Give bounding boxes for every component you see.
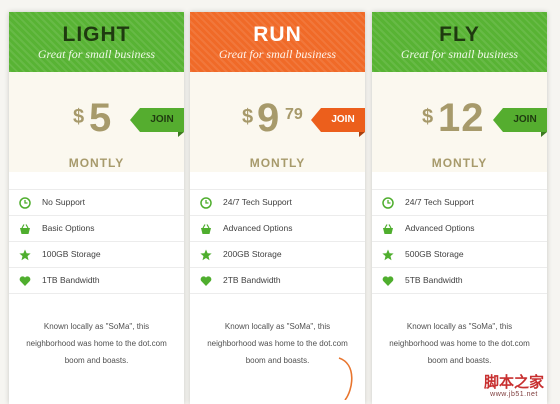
feature-item: 1TB Bandwidth bbox=[9, 268, 184, 294]
price-amount: 5 bbox=[89, 96, 113, 140]
price-amount: 12 bbox=[438, 96, 485, 140]
star-icon bbox=[19, 249, 31, 261]
feature-text: 200GB Storage bbox=[223, 249, 282, 259]
join-button[interactable]: JOIN bbox=[493, 108, 547, 137]
watermark-title: 脚本之家 bbox=[483, 373, 544, 391]
zigzag-divider bbox=[9, 168, 184, 176]
feature-item: 24/7 Tech Support bbox=[190, 189, 365, 216]
star-icon bbox=[200, 249, 212, 261]
feature-text: 24/7 Tech Support bbox=[405, 197, 474, 207]
feature-text: No Support bbox=[42, 197, 85, 207]
price-currency: $ bbox=[422, 106, 434, 128]
price-currency: $ bbox=[73, 106, 85, 128]
feature-text: 24/7 Tech Support bbox=[223, 197, 292, 207]
basket-icon bbox=[20, 224, 30, 234]
feature-text: Basic Options bbox=[42, 223, 95, 233]
heart-icon bbox=[382, 276, 394, 286]
plan-tagline: Great for small business bbox=[218, 47, 337, 61]
feature-text: Advanced Options bbox=[223, 223, 293, 233]
price-area: $ 12 JOIN MONTLY bbox=[372, 72, 547, 172]
feature-text: 5TB Bandwidth bbox=[405, 275, 463, 285]
feature-text: 2TB Bandwidth bbox=[223, 275, 281, 285]
join-button[interactable]: JOIN bbox=[311, 108, 365, 137]
plan-tagline: Great for small business bbox=[37, 47, 156, 61]
basket-icon bbox=[383, 224, 393, 234]
feature-item: 5TB Bandwidth bbox=[372, 268, 547, 294]
plan-header: FLY Great for small business bbox=[372, 12, 547, 72]
feature-list: 24/7 Tech Support Advanced Options 200GB… bbox=[190, 189, 365, 294]
price-amount: 9 bbox=[257, 96, 281, 140]
pricing-card-fly: FLY Great for small business $ 12 JOIN M… bbox=[372, 12, 547, 404]
plan-description: Known locally as "SoMa", this neighborho… bbox=[26, 322, 167, 365]
feature-list: 24/7 Tech Support Advanced Options 500GB… bbox=[372, 189, 547, 294]
basket-icon bbox=[201, 224, 211, 234]
plan-header: LIGHT Great for small business bbox=[9, 12, 184, 72]
feature-text: 1TB Bandwidth bbox=[42, 275, 100, 285]
feature-list: No Support Basic Options 100GB Storage 1… bbox=[9, 189, 184, 294]
price-cents: 79 bbox=[285, 106, 303, 123]
plan-header: RUN Great for small business bbox=[190, 12, 365, 72]
star-icon bbox=[382, 249, 394, 261]
pricing-card-run: RUN Great for small business $ 9 79 JOIN… bbox=[190, 12, 365, 404]
feature-item: 24/7 Tech Support bbox=[372, 189, 547, 216]
plan-tagline: Great for small business bbox=[400, 47, 519, 61]
feature-item: 500GB Storage bbox=[372, 242, 547, 268]
plan-name: RUN bbox=[253, 23, 302, 46]
feature-text: 100GB Storage bbox=[42, 249, 101, 259]
price-area: $ 9 79 JOIN MONTLY bbox=[190, 72, 365, 172]
feature-text: Advanced Options bbox=[405, 223, 475, 233]
watermark-url: www.jb51.net bbox=[490, 391, 538, 398]
plan-name: LIGHT bbox=[62, 23, 131, 46]
feature-item: 2TB Bandwidth bbox=[190, 268, 365, 294]
plan-description: Known locally as "SoMa", this neighborho… bbox=[207, 322, 348, 365]
clock-icon bbox=[19, 197, 31, 209]
zigzag-divider bbox=[372, 168, 547, 176]
watermark: 脚本之家 www.jb51.net bbox=[474, 373, 554, 399]
plan-description: Known locally as "SoMa", this neighborho… bbox=[389, 322, 530, 365]
decorative-curve bbox=[338, 357, 353, 400]
join-button[interactable]: JOIN bbox=[130, 108, 184, 137]
heart-icon bbox=[200, 276, 212, 286]
clock-icon bbox=[382, 197, 394, 209]
heart-icon bbox=[19, 276, 31, 286]
feature-item: No Support bbox=[9, 189, 184, 216]
plan-name: FLY bbox=[439, 23, 480, 46]
feature-text: 500GB Storage bbox=[405, 249, 464, 259]
clock-icon bbox=[200, 197, 212, 209]
feature-item: Basic Options bbox=[9, 216, 184, 242]
price-area: $ 5 JOIN MONTLY bbox=[9, 72, 184, 172]
feature-item: Advanced Options bbox=[372, 216, 547, 242]
pricing-card-light: LIGHT Great for small business $ 5 JOIN … bbox=[9, 12, 184, 404]
feature-item: 100GB Storage bbox=[9, 242, 184, 268]
zigzag-divider bbox=[190, 168, 365, 176]
feature-item: 200GB Storage bbox=[190, 242, 365, 268]
feature-item: Advanced Options bbox=[190, 216, 365, 242]
price-currency: $ bbox=[242, 106, 254, 128]
